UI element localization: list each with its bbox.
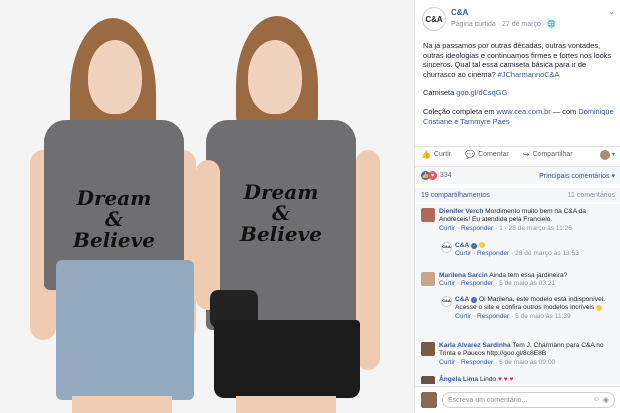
comment-meta-extra: · 28 de março às 13:53 bbox=[509, 250, 579, 258]
post-meta: Página curtida · 27 de março · 🌐 bbox=[451, 21, 556, 28]
shirt-link[interactable]: goo.gl/dCsqGG bbox=[456, 88, 507, 97]
post-panel: C&A C&A Página curtida · 27 de março · 🌐… bbox=[414, 0, 620, 413]
avatar[interactable] bbox=[421, 342, 435, 356]
comments-list: Dienifer Verch Mordimento muito bem na C… bbox=[415, 204, 620, 384]
collection-link[interactable]: www.cea.com.br bbox=[497, 107, 551, 116]
comment-meta: Curtir · Responder · 5 de maio às 11:39 bbox=[455, 313, 617, 321]
actor-avatar[interactable] bbox=[599, 149, 610, 160]
emoji-icon[interactable]: ☺ bbox=[593, 396, 600, 404]
comment-input[interactable]: Escreva um comentário... ☺ ◉ bbox=[442, 392, 615, 408]
comment-meta-extra: · 1 · 28 de março às 11:26 bbox=[493, 224, 572, 232]
collection-label: Coleção completa em bbox=[423, 106, 497, 116]
commenter-name[interactable]: Dienifer Verch bbox=[439, 208, 483, 215]
comment-meta: Curtir · Responder · 6 de maio às 09:00 bbox=[439, 359, 617, 367]
model-left-legs bbox=[72, 396, 172, 413]
caret-down-icon[interactable]: ▾ bbox=[612, 151, 615, 158]
reaction-count[interactable]: 334 bbox=[440, 172, 452, 179]
hashtag-link[interactable]: #JCharmannoC&A bbox=[498, 70, 560, 79]
model-right-skirt bbox=[214, 320, 360, 398]
page-name[interactable]: C&A bbox=[451, 8, 468, 17]
commenter-name[interactable]: C&A bbox=[455, 242, 469, 249]
shirt-print-line: Believe bbox=[73, 228, 155, 252]
thumbs-up-icon: 👍 bbox=[421, 150, 431, 159]
commenter-name[interactable]: Marilena Sarcin bbox=[439, 272, 488, 279]
commenter-name[interactable]: C&A bbox=[455, 296, 469, 303]
model-left-face bbox=[88, 40, 142, 114]
avatar[interactable] bbox=[421, 376, 435, 384]
verified-badge-icon: ✓ bbox=[471, 243, 478, 249]
comment-actions[interactable]: Curtir · Responder bbox=[439, 359, 493, 366]
share-label: Compartilhar bbox=[532, 151, 573, 158]
current-user-avatar[interactable] bbox=[421, 392, 437, 408]
chevron-down-icon[interactable]: ⌄ bbox=[608, 7, 615, 16]
comment-input-placeholder: Escreva um comentário... bbox=[448, 396, 528, 404]
shirt-label: Camiseta bbox=[423, 88, 457, 98]
share-button[interactable]: ↪ Compartilhar bbox=[523, 150, 573, 159]
shirt-line: Camiseta goo.gl/dCsqGG bbox=[423, 88, 615, 98]
shirt-print-line: & bbox=[104, 207, 124, 231]
comment-meta: Curtir · Responder · 28 de março às 13:5… bbox=[455, 250, 617, 258]
comment-icon: 💬 bbox=[465, 150, 476, 159]
comment-actions[interactable]: Curtir · Responder bbox=[439, 225, 493, 232]
post-actions: 👍 Curtir 💬 Comentar ↪ Compartilhar ▾ bbox=[415, 146, 620, 162]
comment-text: Ainda tem essa jardineira? bbox=[487, 272, 568, 279]
commenter-name[interactable]: Ângela Lima bbox=[439, 376, 478, 383]
comment-button[interactable]: 💬 Comentar bbox=[465, 150, 509, 159]
model-right-arm-left bbox=[196, 160, 220, 310]
camera-icon[interactable]: ◉ bbox=[603, 396, 609, 404]
post-paragraph: Na já passamos por outras décadas, outra… bbox=[423, 41, 615, 79]
post-header: C&A C&A Página curtida · 27 de março · 🌐… bbox=[415, 0, 620, 36]
comments-count[interactable]: 11 comentários bbox=[568, 192, 615, 199]
shirt-print-line: Dream bbox=[243, 180, 319, 204]
smile-emoji-icon bbox=[596, 304, 603, 311]
collection-with: — com bbox=[550, 106, 579, 116]
post-text: Na já passamos por outras décadas, outra… bbox=[423, 41, 615, 135]
comment-sort-dropdown[interactable]: Principais comentários ▾ bbox=[539, 172, 615, 180]
like-label: Curtir bbox=[433, 151, 452, 158]
page-avatar[interactable]: C&A bbox=[422, 7, 446, 31]
comment-text: Oi Marilena, este modelo está indisponív… bbox=[455, 296, 606, 312]
reactions-bar: 👍 ♥ 334 Principais comentários ▾ bbox=[415, 166, 620, 184]
like-button[interactable]: 👍 Curtir bbox=[421, 150, 451, 159]
model-left-overalls bbox=[56, 260, 194, 400]
shares-count[interactable]: 19 compartilhamentos bbox=[421, 192, 490, 199]
composer-icons: ☺ ◉ bbox=[593, 396, 609, 404]
collection-line: Coleção completa em www.cea.com.br — com… bbox=[423, 107, 615, 126]
post-photo[interactable]: Dream & Believe Dream & Believe bbox=[0, 0, 414, 413]
share-icon: ↪ bbox=[522, 150, 530, 159]
shirt-print-line: & bbox=[271, 201, 291, 225]
comment-meta-extra: · 5 de maio às 11:39 bbox=[509, 312, 571, 320]
page-reply-avatar[interactable]: C&A bbox=[441, 242, 452, 253]
shirt-print-line: Believe bbox=[240, 222, 322, 246]
commenter-name[interactable]: Karla Alvarez Sardinha bbox=[439, 342, 511, 349]
page-reply-avatar[interactable]: C&A bbox=[441, 296, 452, 307]
comment-composer: Escreva um comentário... ☺ ◉ bbox=[415, 386, 620, 413]
comment-meta: Curtir · Responder · 1 · 28 de março às … bbox=[439, 225, 617, 233]
model-right-legs bbox=[236, 396, 336, 413]
comment-meta-extra: · 5 de maio às 03:21 bbox=[493, 280, 556, 288]
comment-actions[interactable]: Curtir · Responder bbox=[455, 313, 509, 320]
love-reaction-icon[interactable]: ♥ bbox=[428, 171, 437, 180]
shirt-print-line: Dream bbox=[76, 186, 152, 210]
comment-actions[interactable]: Curtir · Responder bbox=[439, 280, 493, 287]
model-right-face bbox=[248, 40, 302, 114]
avatar[interactable] bbox=[421, 208, 435, 222]
smile-emoji-icon bbox=[478, 242, 485, 249]
comment-meta-extra: · 6 de maio às 09:00 bbox=[493, 358, 556, 366]
comment-label: Comentar bbox=[478, 151, 509, 158]
comment-actions[interactable]: Curtir · Responder bbox=[455, 250, 509, 257]
avatar[interactable] bbox=[421, 272, 435, 286]
heart-emoji-icon: ♥ ♥ ♥ bbox=[498, 376, 514, 383]
comment-text: Lindo bbox=[478, 376, 499, 383]
shares-bar: 19 compartilhamentos 11 comentários bbox=[415, 188, 620, 202]
comment-meta: Curtir · Responder · 5 de maio às 03:21 bbox=[439, 280, 617, 288]
